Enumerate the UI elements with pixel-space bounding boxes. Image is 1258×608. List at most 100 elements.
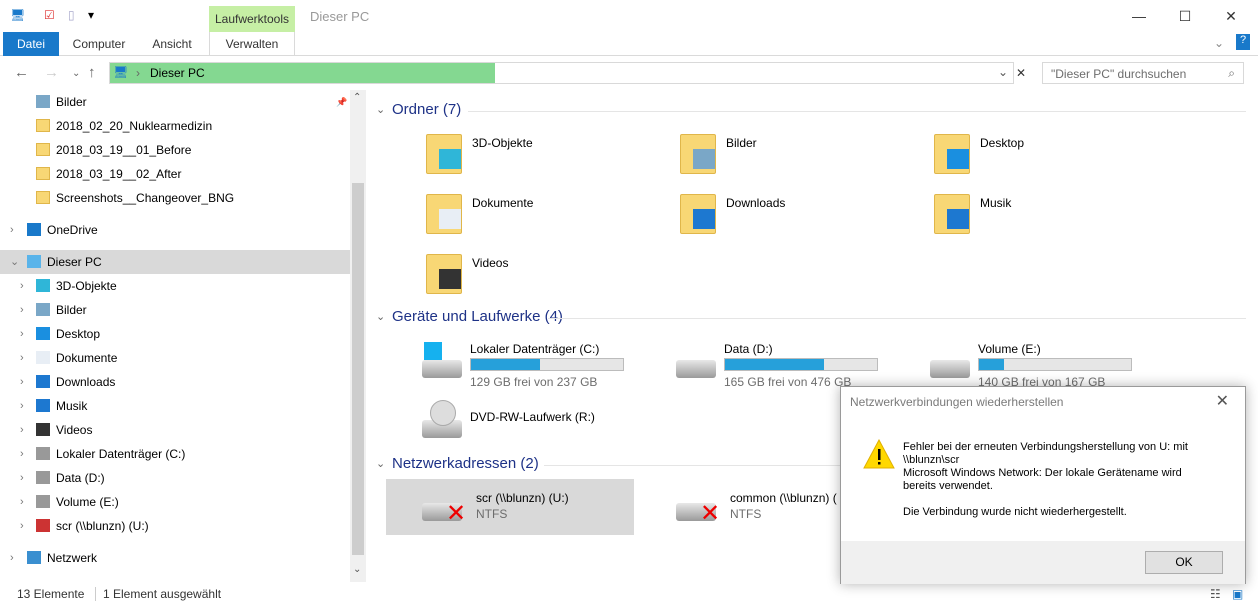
ribbon-tabs: Datei Computer Ansicht Verwalten ⌄ ? xyxy=(0,32,1258,56)
nav-item[interactable]: › Dokumente xyxy=(0,346,350,370)
nav-item[interactable]: › Videos xyxy=(0,418,350,442)
back-button[interactable]: ← xyxy=(14,64,29,81)
breadcrumb-chevron-icon: › xyxy=(136,66,140,80)
dialog-close-button[interactable]: ✕ xyxy=(1216,391,1229,411)
pin-icon[interactable]: 📌 xyxy=(336,90,347,114)
dialog-title: Netzwerkverbindungen wiederherstellen xyxy=(850,395,1064,409)
minimize-button[interactable]: — xyxy=(1116,0,1162,32)
close-button[interactable]: ✕ xyxy=(1208,0,1254,32)
scroll-up-icon[interactable]: ⌃ xyxy=(353,92,361,103)
scroll-down-icon[interactable]: ⌄ xyxy=(353,564,361,575)
nav-item[interactable]: Screenshots__Changeover_BNG xyxy=(0,186,350,210)
folder-icon xyxy=(36,167,50,180)
nav-item[interactable]: › Netzwerk xyxy=(0,546,350,570)
nav-item-label: 2018_02_20_Nuklearmedizin xyxy=(56,119,213,133)
folder-item[interactable]: Videos xyxy=(426,250,676,306)
expand-ribbon-icon[interactable]: ⌄ xyxy=(1214,36,1224,50)
address-dropdown-icon[interactable]: ⌄ xyxy=(998,65,1008,79)
folder-item[interactable]: Desktop xyxy=(934,130,1184,186)
chevron-right-icon[interactable]: › xyxy=(20,466,24,490)
nav-item-label: 2018_03_19__02_After xyxy=(56,167,182,181)
forward-button[interactable]: → xyxy=(44,64,59,81)
nav-item[interactable]: Bilder 📌 xyxy=(0,90,350,114)
nav-item-label: 2018_03_19__01_Before xyxy=(56,143,192,157)
address-bar[interactable]: 🖥 › Dieser PC ⌄ xyxy=(109,62,1014,84)
chevron-right-icon[interactable]: › xyxy=(20,442,24,466)
clear-address-button[interactable]: ✕ xyxy=(1016,66,1026,80)
drive-item[interactable]: DVD-RW-Laufwerk (R:) xyxy=(418,398,668,454)
folder-label: Musik xyxy=(980,196,1012,210)
search-input[interactable]: "Dieser PC" durchsuchen ⌕ xyxy=(1042,62,1244,84)
nav-item[interactable]: 2018_03_19__01_Before xyxy=(0,138,350,162)
chevron-right-icon[interactable]: › xyxy=(20,298,24,322)
breadcrumb-dieser-pc[interactable]: Dieser PC xyxy=(150,66,205,80)
chevron-right-icon[interactable]: › xyxy=(20,346,24,370)
nav-item[interactable]: › Desktop xyxy=(0,322,350,346)
group-header[interactable]: Ordner (7) xyxy=(392,101,461,118)
disconnected-x-icon: ✕ xyxy=(700,500,721,527)
large-icons-view-icon[interactable]: ▣ xyxy=(1232,582,1243,606)
filesystem-label: NTFS xyxy=(476,507,508,521)
nav-item[interactable]: › OneDrive xyxy=(0,218,350,242)
chevron-down-icon[interactable]: ⌄ xyxy=(376,457,385,470)
chevron-right-icon[interactable]: › xyxy=(20,490,24,514)
chevron-down-icon[interactable]: ⌄ xyxy=(376,103,385,116)
tab-ansicht[interactable]: Ansicht xyxy=(140,32,204,56)
drive-label: Data (D:) xyxy=(724,342,773,356)
nav-item[interactable]: › Data (D:) xyxy=(0,466,350,490)
chevron-right-icon[interactable]: › xyxy=(20,274,24,298)
drive-label: Lokaler Datenträger (C:) xyxy=(470,342,600,356)
network-location-item[interactable]: ✕ scr (\\blunzn) (U:) NTFS xyxy=(386,479,634,535)
network-drive-error-icon xyxy=(36,519,50,532)
chevron-right-icon[interactable]: › xyxy=(20,394,24,418)
tab-verwalten[interactable]: Verwalten xyxy=(209,32,295,56)
folder-item[interactable]: Dokumente xyxy=(426,190,676,246)
chevron-right-icon[interactable]: › xyxy=(10,546,14,570)
nav-item[interactable]: › scr (\\blunzn) (U:) xyxy=(0,514,350,538)
chevron-right-icon[interactable]: › xyxy=(10,218,14,242)
download-icon xyxy=(680,194,716,234)
nav-item[interactable]: › Bilder xyxy=(0,298,350,322)
new-folder-icon[interactable]: ▯ xyxy=(68,8,75,22)
nav-item-label: 3D-Objekte xyxy=(56,279,117,293)
up-button[interactable]: ↑ xyxy=(88,64,96,81)
help-icon[interactable]: ? xyxy=(1236,34,1250,50)
warning-icon xyxy=(863,439,895,469)
customize-toolbar-icon[interactable]: ▾ xyxy=(88,8,94,22)
folder-label: Desktop xyxy=(980,136,1025,150)
drive-usage-fill xyxy=(725,359,825,370)
chevron-right-icon[interactable]: › xyxy=(20,418,24,442)
properties-icon[interactable]: ☑ xyxy=(44,8,55,22)
group-header[interactable]: Netzwerkadressen (2) xyxy=(392,455,539,472)
folder-label: Dokumente xyxy=(472,196,534,210)
drive-item[interactable]: Lokaler Datenträger (C:) 129 GB frei von … xyxy=(418,338,668,394)
chevron-down-icon[interactable]: ⌄ xyxy=(376,310,385,323)
nav-item[interactable]: 2018_03_19__02_After xyxy=(0,162,350,186)
nav-item[interactable]: 2018_02_20_Nuklearmedizin xyxy=(0,114,350,138)
nav-item[interactable]: › Volume (E:) xyxy=(0,490,350,514)
ok-button[interactable]: OK xyxy=(1145,551,1223,574)
recent-locations-button[interactable]: ⌄ xyxy=(72,68,80,79)
tab-datei[interactable]: Datei xyxy=(3,32,59,56)
tab-computer[interactable]: Computer xyxy=(62,32,136,56)
folder-item[interactable]: Downloads xyxy=(680,190,930,246)
nav-item[interactable]: › Musik xyxy=(0,394,350,418)
details-view-icon[interactable]: ☷ xyxy=(1210,582,1221,606)
folder-item[interactable]: Bilder xyxy=(680,130,930,186)
dialog-footer: OK xyxy=(841,541,1245,584)
scrollbar-thumb[interactable] xyxy=(352,183,364,555)
folder-item[interactable]: 3D-Objekte xyxy=(426,130,676,186)
chevron-right-icon[interactable]: › xyxy=(20,514,24,538)
chevron-right-icon[interactable]: › xyxy=(20,370,24,394)
nav-item[interactable]: ⌄ Dieser PC xyxy=(0,250,350,274)
maximize-button[interactable]: ☐ xyxy=(1162,0,1208,32)
group-header[interactable]: Geräte und Laufwerke (4) xyxy=(392,308,563,325)
nav-item[interactable]: › Lokaler Datenträger (C:) xyxy=(0,442,350,466)
chevron-right-icon[interactable]: › xyxy=(20,322,24,346)
folder-item[interactable]: Musik xyxy=(934,190,1184,246)
nav-item[interactable]: › 3D-Objekte xyxy=(0,274,350,298)
computer-icon: 🖥 xyxy=(10,8,26,22)
chevron-down-icon[interactable]: ⌄ xyxy=(10,250,19,274)
folder-overlay xyxy=(439,149,461,169)
nav-item[interactable]: › Downloads xyxy=(0,370,350,394)
